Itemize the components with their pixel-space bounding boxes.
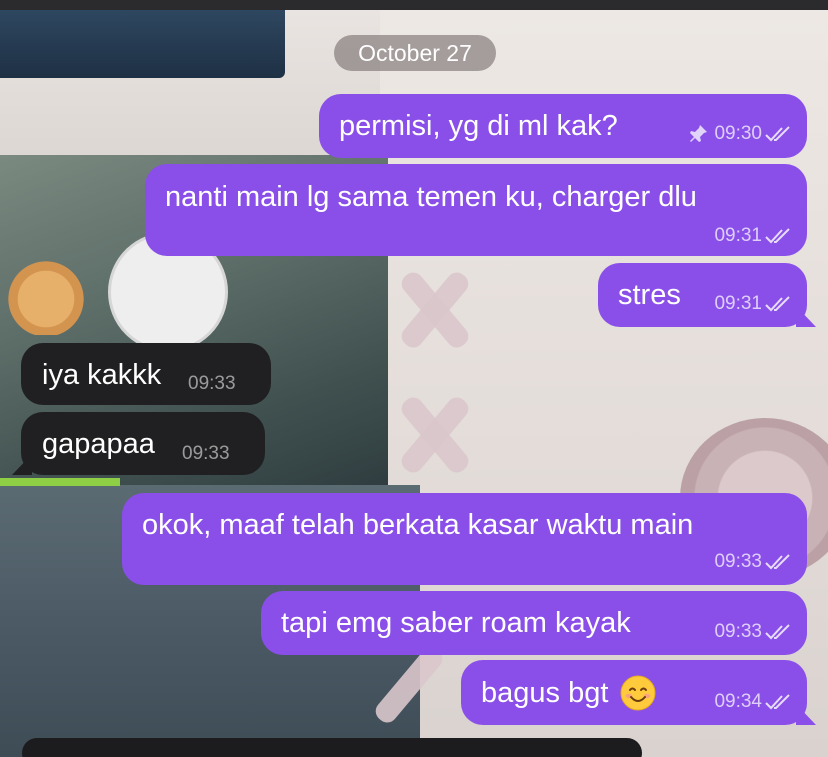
message-text: nanti main lg sama temen ku, charger dlu [165, 181, 697, 213]
double-check-icon [765, 126, 790, 142]
message-time: 09:33 [714, 551, 762, 572]
message-bubble-outgoing[interactable]: stres 09:31 [598, 263, 807, 327]
message-time: 09:34 [714, 691, 762, 712]
message-bubble-outgoing[interactable]: nanti main lg sama temen ku, charger dlu… [145, 164, 807, 256]
message-text: okok, maaf telah berkata kasar waktu mai… [142, 509, 694, 541]
message-meta: 09:30 [689, 123, 793, 145]
wallpaper-blue-panel [0, 10, 285, 78]
message-meta: 09:33 [714, 551, 793, 573]
smiling-face-emoji [620, 675, 656, 711]
message-time: 09:31 [714, 293, 762, 314]
message-bubble-incoming[interactable]: iya kakkk 09:33 [21, 343, 271, 405]
message-bubble-outgoing[interactable]: permisi, yg di ml kak? 09:30 [319, 94, 807, 158]
wallpaper-health-bar [0, 478, 120, 486]
double-check-icon [765, 554, 790, 570]
message-time: 09:33 [188, 373, 236, 394]
message-bubble-outgoing[interactable]: tapi emg saber roam kayak 09:33 [261, 591, 807, 655]
message-meta: 09:33 [182, 443, 230, 465]
message-text: permisi, yg di ml kak? [339, 110, 618, 142]
message-meta: 09:31 [714, 225, 793, 247]
message-meta: 09:34 [714, 691, 793, 713]
double-check-icon [765, 296, 790, 312]
message-text: stres [618, 279, 681, 311]
message-text: gapapaa [42, 428, 155, 460]
pin-icon [690, 125, 708, 142]
message-time: 09:33 [182, 443, 230, 464]
message-text: iya kakkk [42, 359, 162, 391]
next-message-edge [22, 738, 642, 757]
message-text: bagus bgt [481, 677, 609, 709]
message-meta: 09:31 [714, 293, 793, 315]
top-dark-strip [0, 0, 828, 10]
message-bubble-outgoing[interactable]: bagus bgt 09:34 [461, 660, 807, 725]
message-time: 09:31 [714, 225, 762, 246]
double-check-icon [765, 694, 790, 710]
date-separator: October 27 [334, 35, 496, 71]
message-meta: 09:33 [188, 373, 236, 395]
double-check-icon [765, 624, 790, 640]
message-bubble-incoming[interactable]: gapapaa 09:33 [21, 412, 265, 475]
message-text: tapi emg saber roam kayak [281, 607, 631, 639]
message-time: 09:30 [714, 123, 762, 144]
wallpaper-dog-sticker [2, 255, 90, 335]
message-meta: 09:33 [714, 621, 793, 643]
double-check-icon [765, 228, 790, 244]
message-content: bagus bgt [481, 675, 656, 711]
message-bubble-outgoing[interactable]: okok, maaf telah berkata kasar waktu mai… [122, 493, 807, 585]
message-time: 09:33 [714, 621, 762, 642]
